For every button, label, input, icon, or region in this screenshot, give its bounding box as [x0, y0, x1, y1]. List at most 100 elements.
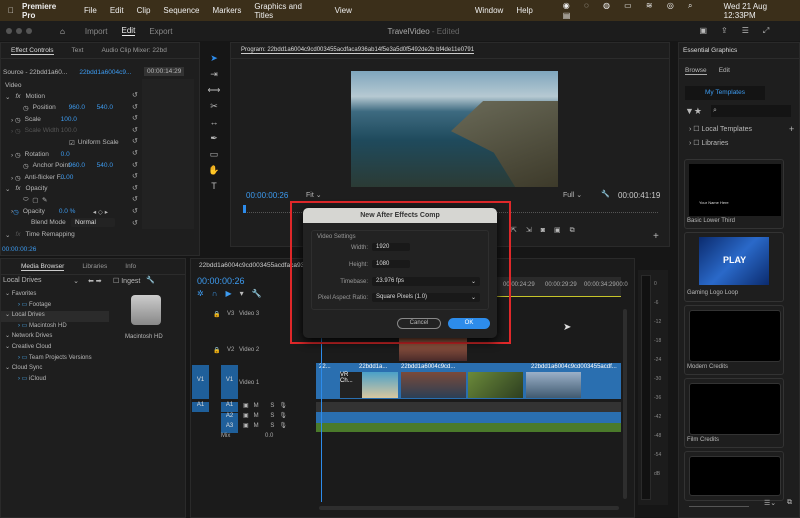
pen-mask-icon[interactable]: ✎	[42, 196, 47, 204]
pen-icon[interactable]: ✒	[204, 130, 224, 146]
track-select-icon[interactable]: ⇥	[204, 66, 224, 82]
mix-value[interactable]: 0.0	[265, 433, 273, 439]
status-icons[interactable]: ◉ ◌ ◍ ▭ ≋ ◎ ⌕ ▤	[563, 1, 718, 20]
value[interactable]: 540.0	[97, 104, 113, 111]
fx-opacity[interactable]: ⌄ fxOpacity	[5, 183, 48, 194]
track-v1[interactable]: V1 V1 Video 1	[191, 365, 316, 401]
value[interactable]: 100.0	[61, 116, 77, 123]
value[interactable]: 0.0	[61, 151, 70, 158]
slip-icon[interactable]: ↔	[204, 114, 224, 130]
nav-arrows[interactable]: ⬅ ➡	[88, 277, 102, 285]
type-icon[interactable]: T	[204, 178, 224, 194]
track-a2[interactable]: A2	[221, 413, 238, 423]
tab-browse[interactable]: Browse	[685, 67, 707, 75]
height-input[interactable]: 1080	[372, 260, 410, 268]
wrench-icon[interactable]: 🔧	[601, 190, 610, 198]
list-view-icon[interactable]: ☰⌄	[764, 499, 776, 507]
a1-clip[interactable]	[316, 402, 621, 412]
template-card[interactable]: Film Credits	[684, 378, 784, 448]
template-card[interactable]: PLAY Gaming Logo Loop	[684, 232, 784, 302]
timebase-select[interactable]: 23.976 fps⌄	[372, 277, 480, 286]
menu-file[interactable]: File	[84, 6, 97, 15]
vertical-scrollbar[interactable]	[623, 309, 627, 499]
uniform-scale-checkbox[interactable]: ☑ Uniform Scale	[69, 137, 119, 148]
clip-label[interactable]: 22bdd1a6004c9cd...	[401, 364, 455, 370]
menu-help[interactable]: Help	[516, 6, 532, 15]
fx-motion[interactable]: ⌄ fxMotion	[5, 91, 45, 102]
mask-tools[interactable]: ⬭ ▢ ✎	[23, 194, 47, 205]
value[interactable]: 0.0 %	[59, 208, 93, 215]
timeline-tools[interactable]: ✲∩▶▾🔧	[197, 289, 270, 298]
track-id[interactable]: V1	[221, 365, 238, 399]
ec-current-time[interactable]: 00:00:00:26	[2, 246, 36, 253]
keyframe-nav[interactable]: ◂ ◇ ▸	[93, 208, 108, 216]
horizontal-scrollbar[interactable]	[319, 506, 619, 510]
menu-clip[interactable]: Clip	[137, 6, 151, 15]
tab-edit[interactable]: Edit	[122, 26, 136, 36]
tree-item[interactable]: ⌄ Creative Cloud	[1, 343, 109, 354]
zoom-button[interactable]	[26, 28, 32, 34]
drive-icon[interactable]	[131, 295, 161, 325]
header-icons[interactable]: ▣⇪☰⤢	[699, 26, 783, 36]
template-card[interactable]: Modern Credits	[684, 305, 784, 375]
a3-clip[interactable]	[316, 423, 621, 432]
fit-select[interactable]: Fit ⌄	[306, 191, 322, 199]
tab-import[interactable]: Import	[85, 27, 108, 36]
reset-icons[interactable]: ↺↺↺↺↺↺↺↺↺↺↺↺	[132, 90, 140, 229]
menu-markers[interactable]: Markers	[212, 6, 241, 15]
program-timecode[interactable]: 00:00:00:26	[246, 191, 288, 200]
tree-item[interactable]: › ▭ Macintosh HD	[1, 322, 109, 333]
value[interactable]: 0.00	[61, 174, 74, 181]
new-item-icon[interactable]: ⧉	[787, 499, 792, 507]
razor-icon[interactable]: ✂	[204, 98, 224, 114]
close-window-button[interactable]	[6, 28, 12, 34]
tab-effect-controls[interactable]: Effect Controls	[11, 47, 54, 55]
tree-item[interactable]: ⌄ Cloud Sync	[1, 364, 109, 375]
tab-libraries[interactable]: Libraries	[82, 263, 107, 270]
program-title[interactable]: Program: 22bdd1a6004c9cd003455acdfaca936…	[241, 47, 474, 54]
track-a1[interactable]: A1	[221, 402, 238, 412]
width-input[interactable]: 1920	[372, 243, 410, 251]
clip-label[interactable]: 22bdd1a6004c9cd003455acdf...	[531, 364, 617, 370]
menu-edit[interactable]: Edit	[110, 6, 124, 15]
menu-window[interactable]: Window	[475, 6, 503, 15]
template-search[interactable]: ⌕	[711, 105, 791, 117]
source-patch-v1[interactable]: V1	[192, 365, 209, 399]
home-icon[interactable]: ⌂	[60, 27, 65, 36]
tree-libraries[interactable]: › ☐ Libraries	[689, 139, 728, 147]
apple-icon[interactable]: 	[8, 6, 14, 15]
hand-icon[interactable]: ✋	[204, 162, 224, 178]
location-select[interactable]: Local Drives⌄	[3, 277, 79, 285]
ok-button[interactable]: OK	[448, 318, 490, 329]
timeline-timecode[interactable]: 00:00:00:26	[197, 276, 245, 286]
monitor-buttons[interactable]: ⇱⇲◙▣⧉	[511, 226, 584, 235]
audio-track-controls[interactable]: ▣M S🎙▣M S🎙▣M S🎙	[243, 401, 292, 431]
tree-item[interactable]: ⌄ Favorites	[1, 290, 109, 301]
selection-tool-icon[interactable]: ➤	[204, 50, 224, 66]
tab-media-browser[interactable]: Media Browser	[21, 263, 64, 271]
lock-icon[interactable]: 🔒	[213, 347, 220, 354]
media-settings-icon[interactable]: 🔧	[146, 276, 155, 284]
value[interactable]: 960.0	[69, 162, 97, 169]
tree-local-templates[interactable]: › ☐ Local Templates	[689, 125, 752, 133]
clip-name[interactable]: 22bdd1a6004c9...	[79, 69, 131, 76]
ellipse-mask-icon[interactable]: ⬭	[23, 196, 29, 204]
ec-timecode[interactable]: 00:00:14:29	[144, 67, 184, 76]
menu-sequence[interactable]: Sequence	[163, 6, 199, 15]
track-a3[interactable]: A3	[221, 423, 238, 433]
quality-select[interactable]: Full ⌄	[563, 191, 582, 199]
lock-icon[interactable]: 🔒	[213, 311, 220, 318]
tab-export[interactable]: Export	[149, 27, 172, 36]
my-templates-dropdown[interactable]: My Templates	[685, 86, 765, 100]
clip-label[interactable]: 22bdd1a...	[359, 364, 387, 370]
add-template-icon[interactable]: +	[789, 124, 794, 134]
tree-item[interactable]: › ▭ Team Projects Versions	[1, 354, 109, 365]
tree-item[interactable]: › ▭ Footage	[1, 301, 109, 312]
filter-icon[interactable]: ▼★	[685, 106, 702, 117]
menu-graphics[interactable]: Graphics and Titles	[254, 2, 321, 20]
template-card[interactable]: Your Name Here Basic Lower Third	[684, 159, 784, 229]
cancel-button[interactable]: Cancel	[397, 318, 441, 329]
rectangle-icon[interactable]: ▭	[204, 146, 224, 162]
source-dropdown[interactable]: Source - 22bdd1a60...	[3, 69, 67, 76]
template-card[interactable]	[684, 451, 784, 501]
